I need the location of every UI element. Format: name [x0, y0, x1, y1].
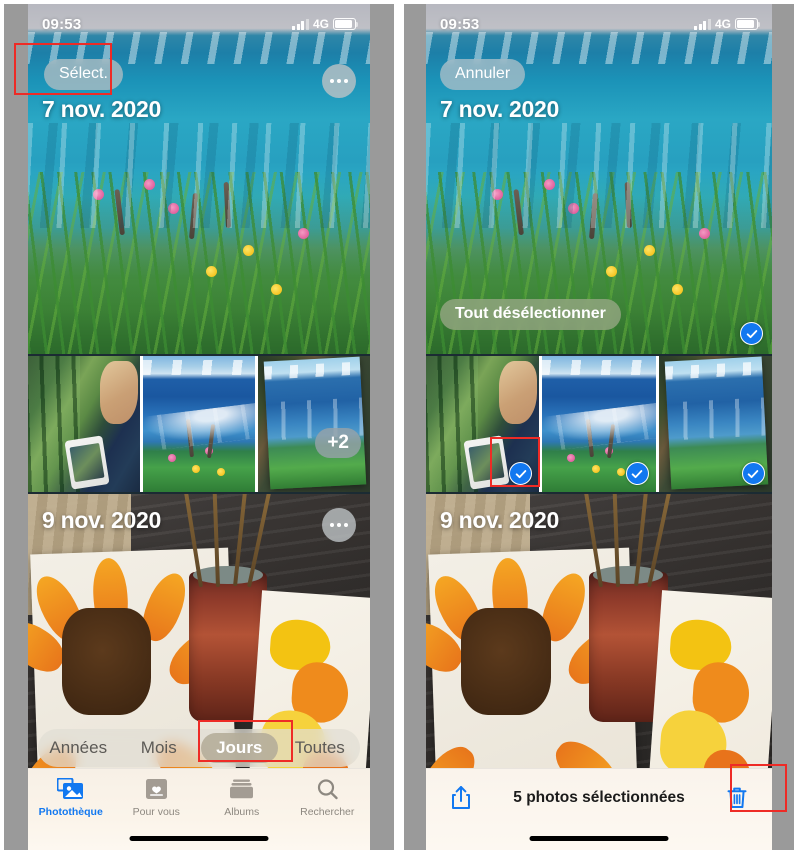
segment-annees[interactable]: Années	[40, 733, 117, 763]
grass-spike	[223, 181, 232, 229]
selected-checkmark-icon[interactable]	[741, 462, 765, 485]
segment-mois[interactable]: Mois	[121, 733, 198, 763]
thumbnail-item[interactable]: +2	[258, 356, 370, 492]
yellow-flower	[592, 464, 601, 473]
additional-photos-count-badge: +2	[315, 428, 361, 458]
section-date-label: 9 nov. 2020	[42, 507, 162, 533]
selection-count-label: 5 photos sélectionnées	[513, 789, 685, 806]
home-indicator[interactable]	[129, 836, 269, 841]
grass-spike	[585, 418, 594, 457]
pink-flower	[92, 189, 104, 200]
home-indicator[interactable]	[529, 836, 669, 841]
thumbnail-item[interactable]	[143, 356, 255, 492]
trash-icon[interactable]	[722, 783, 752, 813]
yellow-flower	[270, 283, 282, 295]
grass-spike	[624, 181, 632, 229]
held-canvas-thumbnail	[258, 356, 370, 492]
pink-flower	[168, 203, 180, 214]
section-date-label: 9 nov. 2020	[440, 507, 560, 533]
cancel-button[interactable]: Annuler	[440, 59, 526, 90]
pink-flower	[491, 189, 503, 200]
search-icon	[316, 778, 339, 800]
ellipsis-icon[interactable]	[322, 64, 356, 98]
selected-checkmark-icon[interactable]	[740, 322, 763, 345]
seascape-painting-photo	[28, 4, 370, 354]
tab-photothèque[interactable]: Photothèque	[28, 769, 114, 850]
tab-label: Rechercher	[300, 806, 355, 818]
pink-flower	[144, 178, 156, 190]
thumbnail-item[interactable]	[542, 356, 656, 492]
ellipsis-icon[interactable]	[322, 508, 356, 542]
grass-spike	[206, 424, 215, 459]
phone-in-photo	[463, 434, 509, 490]
thumbnail-item[interactable]	[658, 356, 772, 492]
grass-spike	[186, 418, 195, 457]
yellow-flower	[643, 245, 655, 256]
thumbnail-strip	[426, 356, 772, 492]
pink-flower	[543, 178, 555, 190]
sunflower-center	[62, 607, 152, 715]
sunflower-center	[460, 607, 551, 715]
thumbnail-item[interactable]	[28, 356, 140, 492]
studio-painter-thumbnail	[28, 356, 140, 492]
yellow-flower	[617, 467, 626, 476]
tab-label: Albums	[224, 806, 260, 818]
phone-screen: 09:53 4G Sélect. 7 nov. 2020 +2 9 nov. 2…	[28, 4, 370, 850]
pink-flower	[298, 227, 310, 239]
deselect-all-button[interactable]: Tout désélectionner	[440, 299, 621, 330]
canvas-in-hand	[263, 356, 367, 489]
photo-section-7-nov[interactable]: 09:53 4G Sélect. 7 nov. 2020	[28, 4, 370, 354]
yellow-flower	[205, 266, 217, 277]
pink-flower	[567, 203, 579, 214]
phone-panel-selection-mode: 09:53 4G Annuler 7 nov. 2020 Tout déséle…	[404, 4, 794, 850]
section-date-label: 7 nov. 2020	[42, 96, 162, 122]
photos-library-icon	[57, 778, 84, 800]
grass-spike	[606, 424, 616, 459]
photo-section-7-nov[interactable]: 09:53 4G Annuler 7 nov. 2020 Tout déséle…	[426, 4, 772, 354]
wave-canvas-thumbnail	[143, 356, 255, 492]
for-you-heart-icon	[145, 778, 168, 800]
phone-in-photo	[64, 434, 110, 490]
yellow-flower	[192, 464, 201, 473]
section-date-label: 7 nov. 2020	[440, 96, 560, 122]
selected-checkmark-icon[interactable]	[625, 462, 649, 485]
timeline-segmented-control[interactable]: Années Mois Jours Toutes	[38, 729, 360, 767]
segment-toutes[interactable]: Toutes	[282, 733, 359, 763]
phone-screen: 09:53 4G Annuler 7 nov. 2020 Tout déséle…	[426, 4, 772, 850]
pink-flower	[567, 454, 576, 463]
tab-label: Pour vous	[132, 806, 180, 818]
albums-folder-icon	[229, 778, 254, 800]
pink-flower	[167, 454, 176, 463]
phone-panel-browse-mode: 09:53 4G Sélect. 7 nov. 2020 +2 9 nov. 2…	[4, 4, 394, 850]
tab-label: Photothèque	[38, 806, 103, 818]
pink-flower	[699, 227, 711, 239]
yellow-flower	[605, 266, 617, 277]
select-button[interactable]: Sélect.	[44, 59, 123, 90]
tab-rechercher[interactable]: Rechercher	[285, 769, 371, 850]
thumbnail-item[interactable]	[426, 356, 540, 492]
grass-layer	[28, 172, 370, 354]
segment-jours[interactable]: Jours	[201, 733, 278, 763]
screenshot-canvas: 09:53 4G Sélect. 7 nov. 2020 +2 9 nov. 2…	[0, 0, 800, 854]
thumbnail-strip: +2	[28, 356, 370, 492]
yellow-flower	[216, 467, 225, 476]
yellow-flower	[671, 283, 683, 295]
share-upload-icon[interactable]	[446, 783, 476, 813]
